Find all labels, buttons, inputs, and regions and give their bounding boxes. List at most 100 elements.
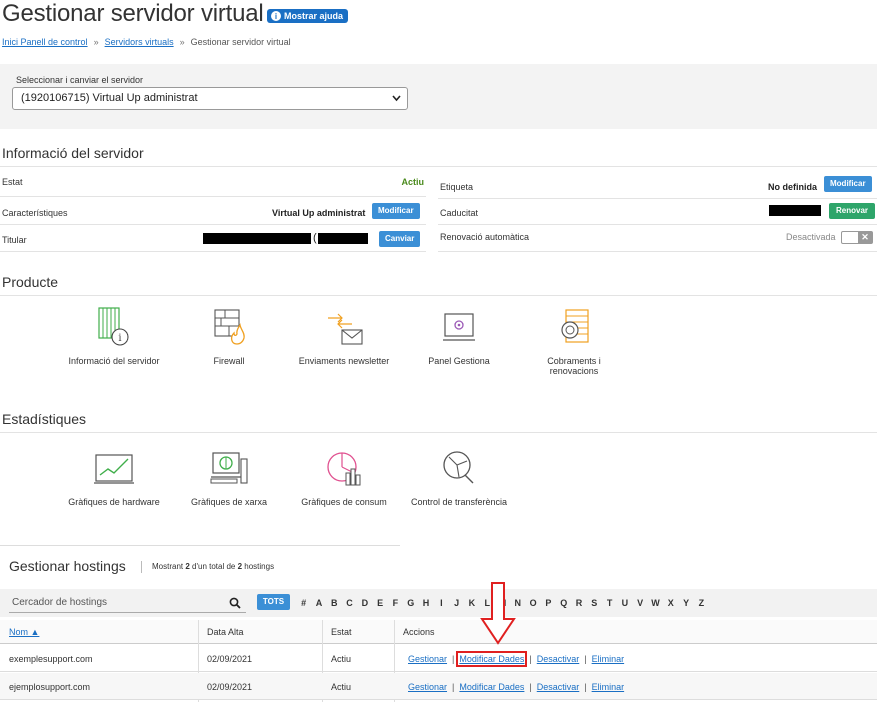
letter-filter-item[interactable]: Y [678, 598, 693, 608]
breadcrumb-servers[interactable]: Servidors virtuals [105, 37, 174, 47]
letter-filter-item[interactable]: W [648, 598, 663, 608]
tile-label: Enviaments newsletter [298, 356, 390, 366]
renovacio-value: Desactivada [786, 232, 836, 242]
letter-filter-item[interactable]: R [571, 598, 586, 608]
letter-filter-item[interactable]: D [357, 598, 372, 608]
titular-label: Titular [2, 235, 27, 245]
change-owner-button[interactable]: Canviar [379, 231, 421, 247]
filter-all-button[interactable]: TOTS [257, 594, 290, 610]
caducitat-label: Caducitat [440, 208, 479, 218]
manage-link[interactable]: Gestionar [408, 682, 447, 692]
letter-filter-item[interactable]: F [388, 598, 403, 608]
letter-filter-item[interactable]: E [372, 598, 387, 608]
tile-newsletter[interactable]: Enviaments newsletter [284, 306, 404, 366]
server-selector-label: Seleccionar i canviar el servidor [16, 75, 144, 85]
close-icon: ✕ [858, 232, 872, 243]
estat-label: Estat [2, 177, 23, 187]
search-icon[interactable] [229, 597, 241, 609]
letter-filter-item[interactable]: Z [694, 598, 709, 608]
chevron-down-icon [392, 88, 401, 117]
letter-filter-item[interactable]: # [296, 598, 311, 608]
hostings-heading: Gestionar hostings [9, 558, 126, 574]
estadistiques-heading: Estadístiques [2, 411, 87, 427]
help-button-label: Mostrar ajuda [284, 11, 344, 21]
tile-firewall[interactable]: Firewall [169, 306, 289, 366]
hosting-date: 02/09/2021 [207, 682, 253, 692]
info-row-renovacio: Renovació automàtica Desactivada ✕ [438, 226, 877, 252]
tile-consumption-chart[interactable]: Gràfiques de consum [284, 447, 404, 507]
table-row: ejemplosupport.com 02/09/2021 Actiu Gest… [0, 673, 877, 700]
letter-filter-item[interactable]: C [342, 598, 357, 608]
svg-text:i: i [118, 333, 121, 344]
page-title: Gestionar servidor virtual [2, 0, 264, 27]
server-select-value: (1920106715) Virtual Up administrat [21, 92, 198, 104]
hostings-count: Mostrant 2 d'un total de 2 hostings [152, 562, 275, 571]
letter-filter-item[interactable]: G [403, 598, 418, 608]
breadcrumb: Inici Panell de control» Servidors virtua… [2, 37, 291, 47]
deactivate-link[interactable]: Desactivar [537, 682, 580, 692]
deactivate-link[interactable]: Desactivar [537, 654, 580, 664]
column-header-nom[interactable]: Nom ▲ [9, 627, 39, 637]
column-header-estat: Estat [331, 627, 352, 637]
modify-data-link[interactable]: Modificar Dades [456, 651, 528, 667]
tile-hardware-chart[interactable]: Gràfiques de hardware [54, 447, 174, 507]
info-row-estat: Estat Actiu [0, 171, 426, 197]
server-selector-panel: Seleccionar i canviar el servidor (19201… [0, 64, 877, 129]
help-button[interactable]: i Mostrar ajuda [267, 9, 349, 23]
letter-filter-item[interactable]: S [587, 598, 602, 608]
delete-link[interactable]: Eliminar [592, 682, 625, 692]
renovacio-label: Renovació automàtica [440, 232, 530, 242]
letter-filter-item[interactable]: Q [556, 598, 571, 608]
letter-filter-item[interactable]: B [327, 598, 342, 608]
redacted-block [769, 205, 821, 216]
tile-panel-gestiona[interactable]: Panel Gestiona [399, 306, 519, 366]
letter-filter-item[interactable]: H [418, 598, 433, 608]
delete-link[interactable]: Eliminar [592, 654, 625, 664]
modify-data-link[interactable]: Modificar Dades [459, 682, 524, 692]
redacted-block [318, 233, 368, 244]
letter-filter-item[interactable]: J [449, 598, 464, 608]
panel-icon [443, 313, 475, 341]
modify-label-button[interactable]: Modificar [824, 176, 872, 192]
renew-button[interactable]: Renovar [829, 203, 876, 219]
network-chart-icon [210, 452, 248, 484]
letter-filter-item[interactable]: T [602, 598, 617, 608]
row-actions: Gestionar | Modificar Dades | Desactivar | Eli… [408, 651, 625, 667]
tile-server-info[interactable]: i Informació del servidor [54, 306, 174, 366]
tile-network-chart[interactable]: Gràfiques de xarxa [169, 447, 289, 507]
letter-filter-item[interactable]: O [525, 598, 540, 608]
letter-filter-item[interactable]: I [434, 598, 449, 608]
hosting-status: Actiu [331, 654, 352, 664]
tile-label: Gràfiques de hardware [68, 497, 160, 507]
tile-label: Firewall [213, 356, 245, 366]
column-header-accions: Accions [403, 627, 435, 637]
hosting-name: exemplesupport.com [9, 654, 93, 664]
server-select[interactable]: (1920106715) Virtual Up administrat [12, 87, 408, 110]
redacted-block [203, 233, 311, 244]
hostings-table-header: Nom ▲ Data Alta Estat Accions [0, 620, 877, 644]
tile-transfer-control[interactable]: Control de transferència [399, 447, 519, 507]
server-info-icon: i [98, 307, 129, 346]
modify-characteristics-button[interactable]: Modificar [372, 203, 420, 219]
auto-renew-toggle[interactable]: ✕ [841, 231, 873, 244]
tile-billing[interactable]: Cobraments i renovacions [514, 306, 634, 376]
manage-link[interactable]: Gestionar [408, 654, 447, 664]
info-row-caducitat: Caducitat Renovar [438, 199, 877, 225]
estat-value: Actiu [401, 177, 425, 187]
titular-paren: ( [313, 232, 317, 244]
table-row: exemplesupport.com 02/09/2021 Actiu Gest… [0, 645, 877, 672]
tile-label: Gràfiques de consum [301, 497, 387, 507]
consumption-chart-icon [327, 452, 361, 486]
letter-filter-item[interactable]: U [617, 598, 632, 608]
etiqueta-value: No definida [768, 182, 817, 192]
info-row-caracteristiques: Característiques Virtual Up administrat … [0, 199, 426, 225]
caracteristiques-value: Virtual Up administrat [272, 208, 366, 218]
breadcrumb-home[interactable]: Inici Panell de control [2, 37, 88, 47]
letter-filter-item[interactable]: P [541, 598, 556, 608]
letter-filter-item[interactable]: V [633, 598, 648, 608]
letter-filter-item[interactable]: A [311, 598, 326, 608]
info-row-etiqueta: Etiqueta No definida Modificar [438, 173, 877, 199]
hosting-search-input[interactable]: Cercador de hostings [9, 593, 246, 613]
tile-label: Panel Gestiona [428, 356, 490, 366]
letter-filter-item[interactable]: X [663, 598, 678, 608]
